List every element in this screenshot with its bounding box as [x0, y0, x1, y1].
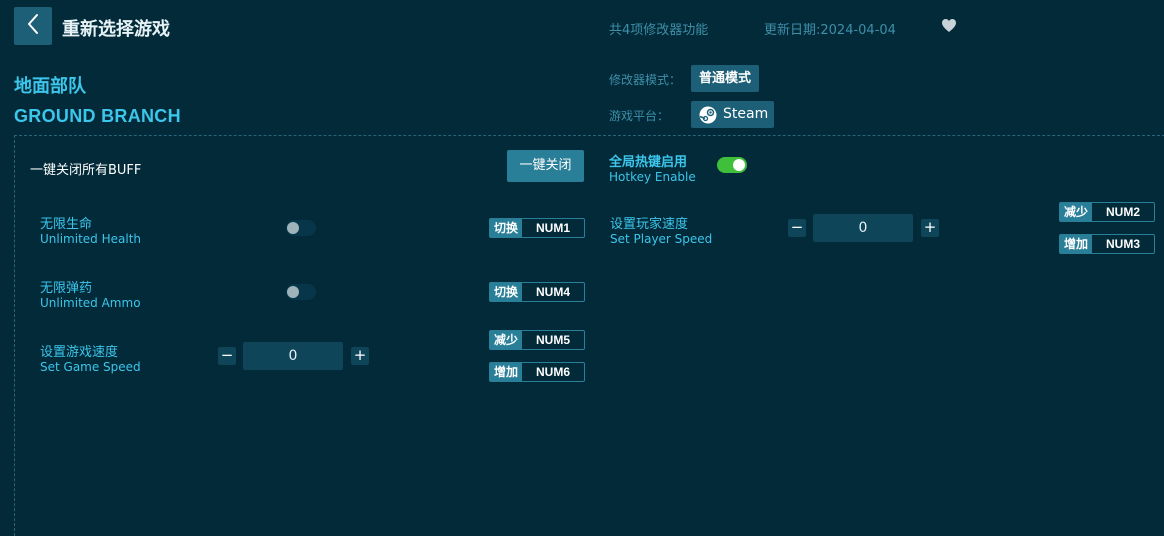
hotkey-player-speed-decrease[interactable]: 减少 NUM2 — [1059, 202, 1155, 222]
cheat-player-speed-label-en: Set Player Speed — [610, 232, 713, 246]
cheat-game-speed-label-en: Set Game Speed — [40, 360, 141, 374]
buff-label: 一键关闭所有BUFF — [30, 163, 142, 178]
hotkey-ammo[interactable]: 切换 NUM4 — [489, 282, 585, 302]
platform-label: 游戏平台： — [609, 109, 670, 123]
hotkey-label-cn: 全局热键启用 — [609, 155, 688, 170]
hotkey-action: 切换 — [490, 283, 523, 301]
hotkey-action: 切换 — [490, 219, 523, 237]
hotkey-player-speed-increase[interactable]: 增加 NUM3 — [1059, 234, 1155, 254]
cheat-ammo-label-cn: 无限弹药 — [40, 281, 93, 296]
cheat-health-label-en: Unlimited Health — [40, 232, 142, 246]
hotkey-action: 增加 — [1060, 235, 1093, 253]
game-title-en: GROUND BRANCH — [14, 106, 181, 126]
toggle-knob — [287, 222, 299, 234]
back-button[interactable] — [14, 7, 52, 45]
hotkey-game-speed-increase[interactable]: 增加 NUM6 — [489, 362, 585, 382]
hotkey-health[interactable]: 切换 NUM1 — [489, 218, 585, 238]
mode-label: 修改器模式： — [609, 73, 682, 87]
hotkey-code: NUM3 — [1106, 237, 1141, 251]
chevron-left-icon — [26, 13, 40, 39]
game-speed-increase-button[interactable]: + — [351, 347, 369, 365]
hotkey-action: 减少 — [490, 331, 523, 349]
update-date: 更新日期:2024-04-04 — [764, 23, 896, 38]
cheat-game-speed-label-cn: 设置游戏速度 — [40, 345, 119, 360]
page-title: 重新选择游戏 — [62, 19, 170, 40]
player-speed-input[interactable]: 0 — [813, 214, 913, 242]
toggle-knob — [287, 286, 299, 298]
hotkey-toggle[interactable] — [717, 157, 747, 173]
cheats-panel — [14, 135, 1164, 536]
heart-icon[interactable] — [941, 18, 957, 37]
hotkey-code: NUM4 — [536, 285, 571, 299]
close-all-button[interactable]: 一键关闭 — [507, 150, 584, 182]
hotkey-code: NUM2 — [1106, 205, 1141, 219]
hotkey-action: 减少 — [1060, 203, 1093, 221]
hotkey-action: 增加 — [490, 363, 523, 381]
hotkey-code: NUM5 — [536, 333, 571, 347]
cheat-ammo-toggle[interactable] — [286, 284, 316, 300]
hotkey-game-speed-decrease[interactable]: 减少 NUM5 — [489, 330, 585, 350]
toggle-knob — [733, 159, 745, 171]
player-speed-decrease-button[interactable]: − — [788, 219, 806, 237]
hotkey-label-en: Hotkey Enable — [609, 170, 696, 184]
steam-icon — [699, 106, 717, 124]
game-title-cn: 地面部队 — [14, 76, 86, 97]
hotkey-code: NUM6 — [536, 365, 571, 379]
hotkey-code: NUM1 — [536, 221, 571, 235]
game-speed-input[interactable]: 0 — [243, 342, 343, 370]
platform-button[interactable]: Steam — [691, 101, 774, 128]
cheat-player-speed-label-cn: 设置玩家速度 — [610, 217, 689, 232]
cheat-health-toggle[interactable] — [286, 220, 316, 236]
cheat-ammo-label-en: Unlimited Ammo — [40, 296, 141, 310]
cheat-health-label-cn: 无限生命 — [40, 217, 93, 232]
player-speed-increase-button[interactable]: + — [921, 219, 939, 237]
mode-button[interactable]: 普通模式 — [691, 65, 760, 92]
platform-value: Steam — [723, 106, 769, 122]
feature-count: 共4项修改器功能 — [609, 23, 709, 38]
game-speed-decrease-button[interactable]: − — [218, 347, 236, 365]
